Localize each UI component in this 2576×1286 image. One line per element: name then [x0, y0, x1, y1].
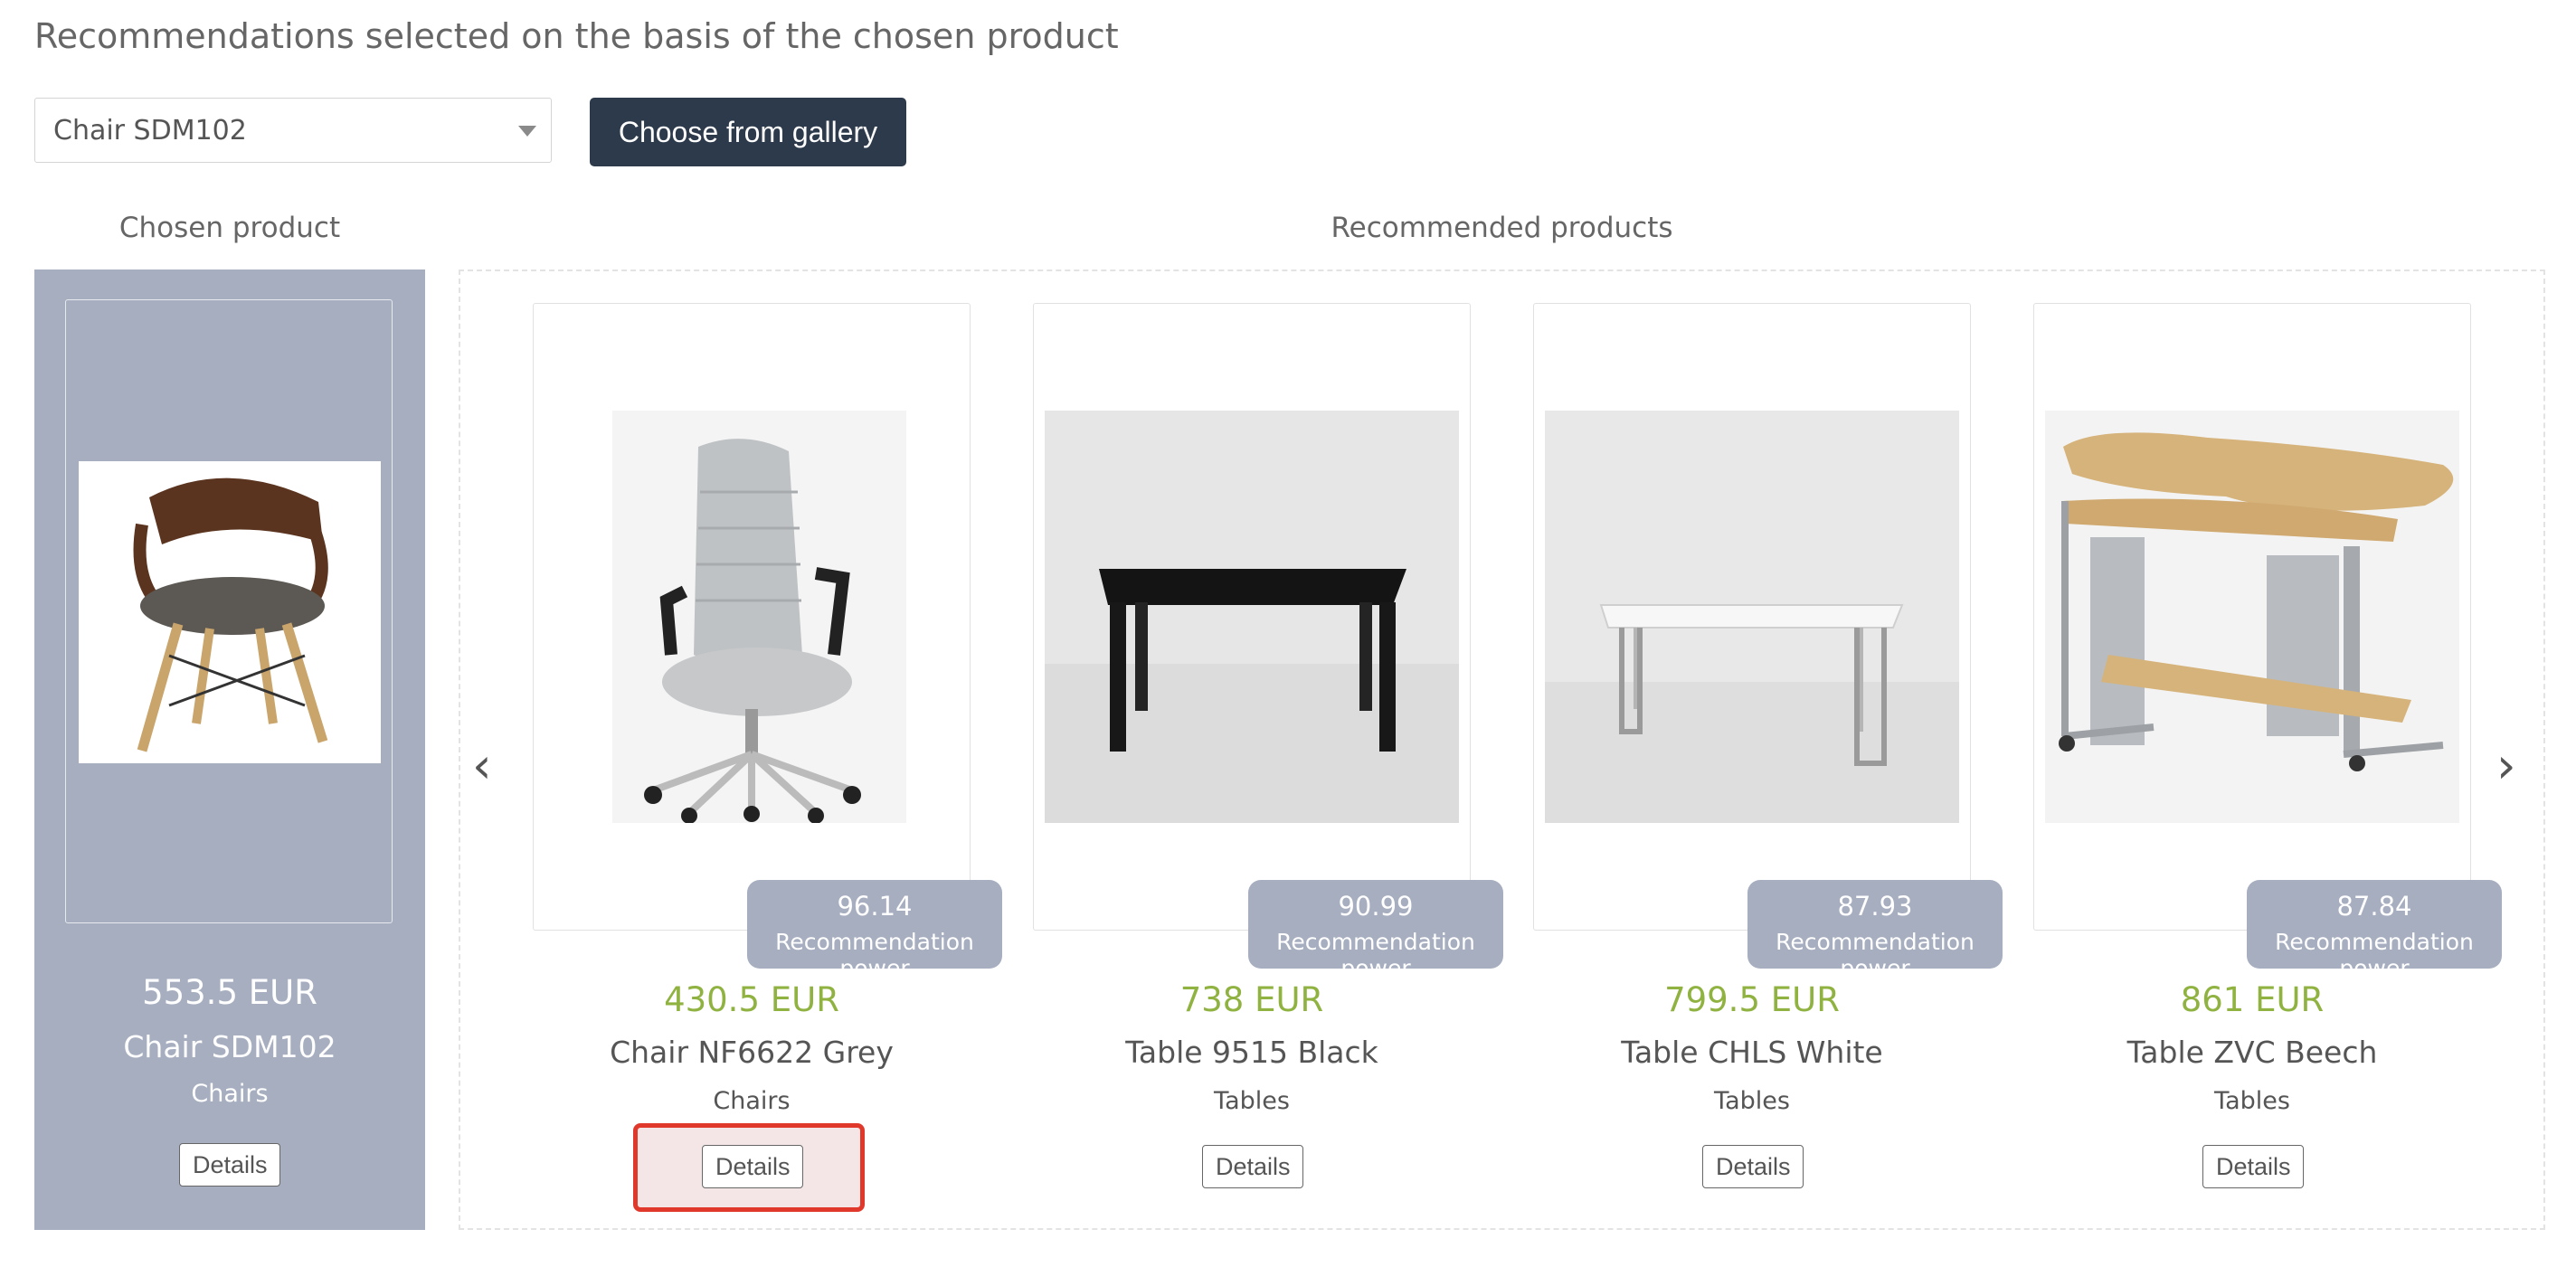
recommendation-power-label: Recommendation power [775, 929, 974, 981]
recommendation-power-label: Recommendation power [1276, 929, 1475, 981]
recommended-product-card [1033, 303, 1471, 931]
recommended-product-card [533, 303, 971, 931]
recommended-product-card [2033, 303, 2471, 931]
chosen-product-panel: 553.5 EUR Chair SDM102 Chairs Details [34, 269, 425, 1230]
chevron-right-icon[interactable]: › [2496, 742, 2516, 790]
page-title: Recommendations selected on the basis of… [34, 16, 1119, 56]
recommendation-power-badge: 96.14 Recommendation power [747, 880, 1002, 981]
details-button-table-chls[interactable]: Details [1702, 1145, 1804, 1188]
details-button-chair-nf6622[interactable]: Details [702, 1145, 803, 1188]
recommended-product-category: Tables [1714, 1087, 1790, 1115]
chosen-product-name: Chair SDM102 [123, 1029, 336, 1064]
recommended-product-name: Table 9515 Black [1125, 1035, 1378, 1070]
recommendation-power-badge: 90.99 Recommendation power [1248, 880, 1503, 981]
chosen-product-title: Chosen product [118, 212, 341, 244]
recommended-product-name: Table ZVC Beech [2126, 1035, 2378, 1070]
recommendation-score: 96.14 [837, 891, 913, 922]
chevron-down-icon [518, 126, 536, 137]
chosen-product-category: Chairs [191, 1080, 269, 1108]
recommendation-score: 87.84 [2336, 891, 2412, 922]
recommended-product-price: 861 EUR [2180, 980, 2325, 1019]
details-button-table-zvc[interactable]: Details [2202, 1145, 2304, 1188]
recommended-product-price: 430.5 EUR [664, 980, 839, 1019]
recommended-product-name: Chair NF6622 Grey [610, 1035, 894, 1070]
chevron-left-icon[interactable]: ‹ [472, 742, 492, 790]
recommended-product-name: Table CHLS White [1621, 1035, 1883, 1070]
product-select[interactable]: Chair SDM102 [34, 98, 552, 163]
recommended-product-price: 799.5 EUR [1664, 980, 1840, 1019]
recommendation-power-label: Recommendation power [1776, 929, 1975, 981]
chosen-product-details-button[interactable]: Details [179, 1143, 280, 1187]
details-button-table-9515[interactable]: Details [1202, 1145, 1303, 1188]
recommended-product-image [1545, 411, 1959, 823]
recommended-product-image [1045, 411, 1459, 823]
recommended-product-image [2045, 411, 2459, 823]
recommendation-score: 90.99 [1338, 891, 1414, 922]
recommendation-power-badge: 87.93 Recommendation power [1747, 880, 2003, 981]
recommendation-score: 87.93 [1837, 891, 1913, 922]
recommended-product-image [545, 411, 959, 823]
chosen-product-card [65, 299, 393, 923]
recommendation-power-label: Recommendation power [2275, 929, 2474, 981]
chosen-product-price: 553.5 EUR [142, 973, 317, 1012]
chosen-product-image [79, 461, 381, 763]
product-select-value: Chair SDM102 [53, 115, 247, 147]
recommended-product-category: Tables [2214, 1087, 2290, 1115]
recommendation-power-badge: 87.84 Recommendation power [2247, 880, 2502, 981]
choose-from-gallery-button[interactable]: Choose from gallery [590, 98, 906, 166]
recommended-product-category: Tables [1214, 1087, 1290, 1115]
recommended-product-card [1533, 303, 1971, 931]
recommended-product-category: Chairs [713, 1087, 791, 1115]
recommended-products-title: Recommended products [1331, 212, 1673, 244]
recommended-product-price: 738 EUR [1179, 980, 1324, 1019]
